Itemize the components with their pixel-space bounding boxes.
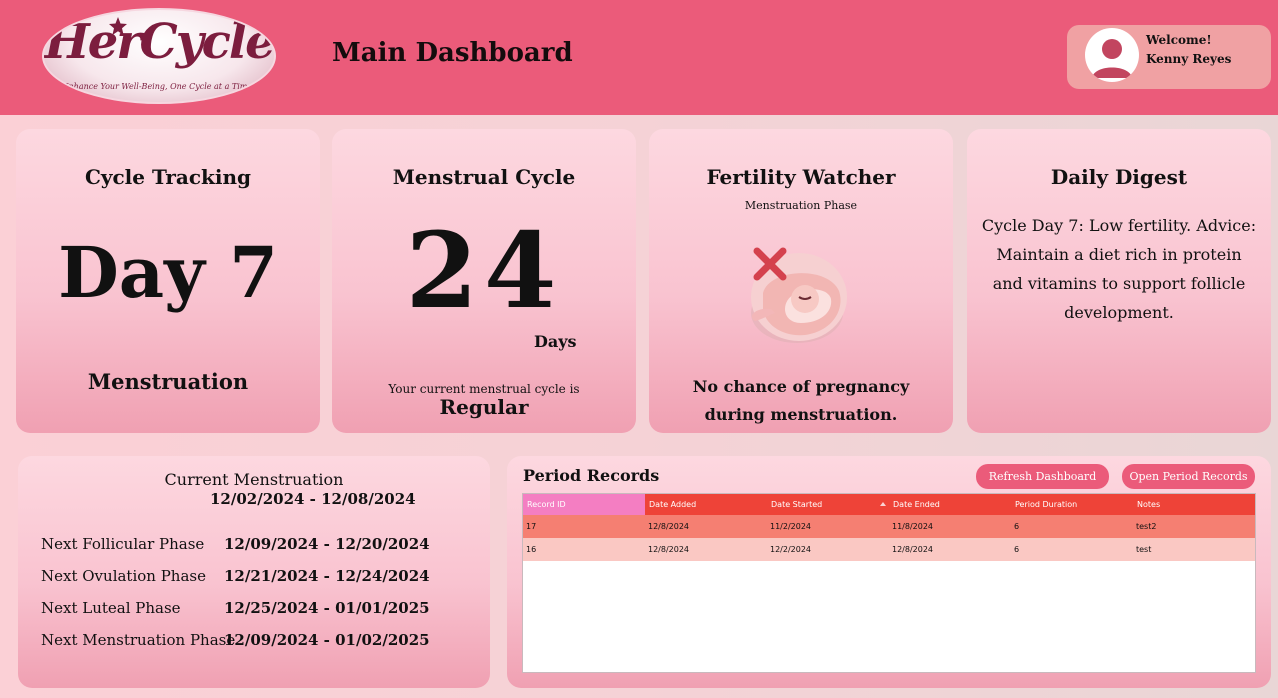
cycle-caption: Your current menstrual cycle is [388, 382, 580, 396]
cycle-status: Regular [439, 395, 529, 419]
cell-period-duration: 6 [1014, 522, 1020, 531]
cycle-length-unit: Days [534, 332, 577, 351]
cell-date-started: 11/2/2024 [770, 522, 812, 531]
current-phase: Menstruation [87, 369, 249, 394]
logo-title: HerCycle [44, 14, 274, 70]
sort-ascending-icon [880, 502, 886, 506]
open-period-records-button[interactable]: Open Period Records [1122, 464, 1255, 489]
user-name: Kenny Reyes [1146, 52, 1232, 66]
refresh-dashboard-button[interactable]: Refresh Dashboard [976, 464, 1109, 489]
phase-range: 12/21/2024 - 12/24/2024 [224, 567, 430, 585]
fertility-watcher-title: Fertility Watcher [706, 165, 896, 189]
phase-range: 12/09/2024 - 01/02/2025 [224, 631, 430, 649]
cell-date-added: 12/8/2024 [648, 522, 690, 531]
phase-row-luteal: Next Luteal Phase 12/25/2024 - 01/01/202… [18, 599, 490, 623]
period-records-title: Period Records [523, 466, 660, 485]
hercycle-logo: HerCycle Enhance Your Well-Being, One Cy… [42, 8, 276, 104]
cycle-tracking-card: Cycle Tracking Day 7 Menstruation [16, 129, 320, 433]
user-welcome-panel: Welcome! Kenny Reyes [1067, 25, 1271, 89]
daily-digest-card: Daily Digest Cycle Day 7: Low fertility.… [967, 129, 1271, 433]
daily-digest-text: Cycle Day 7: Low fertility. Advice: Main… [981, 216, 1257, 322]
cell-date-ended: 11/8/2024 [892, 522, 934, 531]
column-header-date-started[interactable]: Date Started [767, 494, 889, 515]
daily-digest-title: Daily Digest [1050, 165, 1188, 189]
cell-record-id: 17 [526, 522, 537, 531]
menstrual-cycle-title: Menstrual Cycle [392, 165, 576, 189]
phase-name: Next Follicular Phase [41, 535, 205, 553]
page-title: Main Dashboard [332, 38, 573, 68]
fertility-phase: Menstruation Phase [744, 199, 858, 212]
phase-name: Next Menstruation Phase [41, 631, 236, 649]
cycle-day: Day 7 [58, 231, 278, 314]
cell-date-started: 12/2/2024 [770, 545, 812, 554]
current-menstruation-range: 12/02/2024 - 12/08/2024 [210, 490, 416, 508]
cell-notes: test [1136, 545, 1152, 554]
phase-name: Next Ovulation Phase [41, 567, 206, 585]
user-icon [1092, 39, 1132, 78]
table-row[interactable]: 16 12/8/2024 12/2/2024 12/8/2024 6 test [523, 538, 1255, 561]
column-header-notes[interactable]: Notes [1133, 494, 1255, 515]
current-menstruation-label: Current Menstruation [164, 470, 344, 489]
phase-schedule-card: Current Menstruation 12/02/2024 - 12/08/… [18, 456, 490, 688]
phase-row-follicular: Next Follicular Phase 12/09/2024 - 12/20… [18, 535, 490, 559]
logo-tagline: Enhance Your Well-Being, One Cycle at a … [62, 82, 256, 91]
table-header: Record ID Date Added Date Started Date E… [523, 494, 1255, 515]
welcome-label: Welcome! [1146, 33, 1212, 47]
cell-period-duration: 6 [1014, 545, 1020, 554]
app-header: HerCycle Enhance Your Well-Being, One Cy… [0, 0, 1278, 115]
cell-notes: test2 [1136, 522, 1157, 531]
menstrual-cycle-card: Menstrual Cycle 24 Days Your current men… [332, 129, 636, 433]
column-header-date-added[interactable]: Date Added [645, 494, 767, 515]
fertility-message: No chance of pregnancy during menstruati… [692, 377, 910, 424]
period-records-table[interactable]: Record ID Date Added Date Started Date E… [522, 493, 1256, 673]
cell-date-ended: 12/8/2024 [892, 545, 934, 554]
phase-name: Next Luteal Phase [41, 599, 181, 617]
phase-row-ovulation: Next Ovulation Phase 12/21/2024 - 12/24/… [18, 567, 490, 591]
fertility-watcher-card: Fertility Watcher Menstruation Phase No … [649, 129, 953, 433]
phase-range: 12/09/2024 - 12/20/2024 [224, 535, 430, 553]
phase-range: 12/25/2024 - 01/01/2025 [224, 599, 430, 617]
cell-date-added: 12/8/2024 [648, 545, 690, 554]
column-header-record-id[interactable]: Record ID [523, 494, 645, 515]
column-header-period-duration[interactable]: Period Duration [1011, 494, 1133, 515]
phase-row-menstruation: Next Menstruation Phase 12/09/2024 - 01/… [18, 631, 490, 655]
table-row[interactable]: 17 12/8/2024 11/2/2024 11/8/2024 6 test2 [523, 515, 1255, 538]
cycle-length: 24 [405, 209, 563, 332]
fetus-no-pregnancy-icon [751, 247, 847, 343]
column-header-date-ended[interactable]: Date Ended [889, 494, 1011, 515]
avatar[interactable] [1085, 28, 1139, 82]
period-records-card: Period Records Refresh Dashboard Open Pe… [507, 456, 1271, 688]
cell-record-id: 16 [526, 545, 537, 554]
cycle-tracking-title: Cycle Tracking [84, 165, 252, 189]
